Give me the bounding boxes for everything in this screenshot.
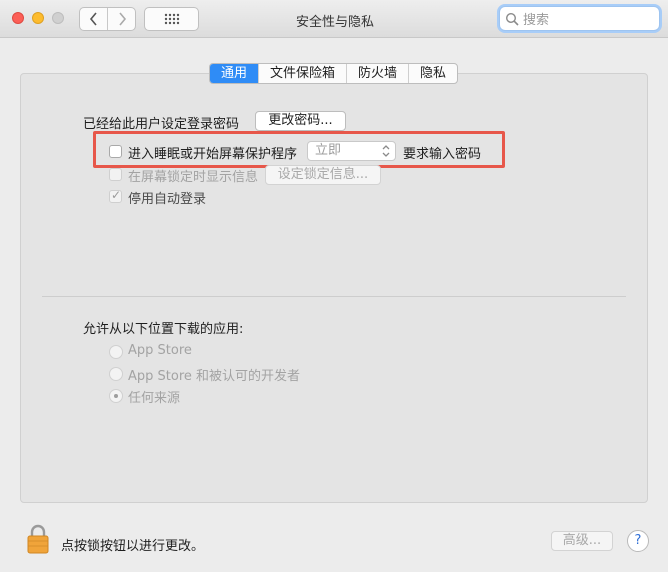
- disable-autologin-label: 停用自动登录: [128, 192, 207, 207]
- set-lock-message-button[interactable]: 设定锁定信息...: [265, 165, 381, 185]
- close-button[interactable]: [12, 12, 24, 24]
- grid-icon: [164, 13, 179, 25]
- lock-hint-text: 点按锁按钮以进行更改。: [61, 539, 205, 554]
- disable-autologin-checkbox[interactable]: ✓: [109, 188, 122, 203]
- radio-anywhere-label: 任何来源: [128, 391, 181, 406]
- change-password-button[interactable]: 更改密码...: [255, 111, 346, 131]
- back-icon: [89, 12, 97, 26]
- tab-firewall[interactable]: 防火墙: [346, 64, 408, 83]
- show-all-button[interactable]: [144, 7, 199, 31]
- preferences-window: 安全性与隐私 搜索 通用 文件保险箱 防火墙 隐私 已经给此用户设定登录密码 更…: [0, 0, 668, 572]
- password-set-label: 已经给此用户设定登录密码: [83, 117, 240, 132]
- search-placeholder: 搜索: [523, 13, 550, 28]
- back-button[interactable]: [80, 8, 107, 30]
- window-title: 安全性与隐私: [295, 15, 374, 30]
- help-button[interactable]: ?: [627, 530, 649, 552]
- section-divider: [42, 296, 626, 297]
- tab-filevault[interactable]: 文件保险箱: [258, 64, 346, 83]
- tab-bar: 通用 文件保险箱 防火墙 隐私: [209, 63, 459, 84]
- tab-privacy[interactable]: 隐私: [408, 64, 457, 83]
- search-icon: [505, 12, 519, 26]
- downloads-heading: 允许从以下位置下载的应用:: [83, 322, 244, 337]
- tab-general[interactable]: 通用: [210, 64, 259, 83]
- minimize-button[interactable]: [32, 12, 44, 24]
- lock-icon[interactable]: [26, 524, 50, 554]
- radio-app-store-label: App Store: [128, 343, 192, 358]
- lock-message-label: 在屏幕锁定时显示信息: [128, 170, 259, 185]
- radio-app-store-identified[interactable]: [109, 367, 123, 381]
- radio-app-store[interactable]: [109, 345, 123, 359]
- title-bar: 安全性与隐私 搜索: [0, 0, 668, 38]
- lock-message-checkbox[interactable]: [109, 168, 122, 181]
- zoom-button[interactable]: [52, 12, 64, 24]
- highlight-box: [93, 131, 505, 168]
- search-input[interactable]: 搜索: [499, 6, 660, 31]
- navigation-buttons: [79, 7, 136, 31]
- advanced-button[interactable]: 高级...: [551, 531, 613, 551]
- radio-anywhere[interactable]: [109, 389, 123, 403]
- radio-app-store-identified-label: App Store 和被认可的开发者: [128, 369, 301, 384]
- forward-button[interactable]: [107, 8, 135, 30]
- forward-icon: [118, 12, 126, 26]
- help-icon: ?: [634, 533, 642, 548]
- checkmark-icon: ✓: [111, 188, 122, 202]
